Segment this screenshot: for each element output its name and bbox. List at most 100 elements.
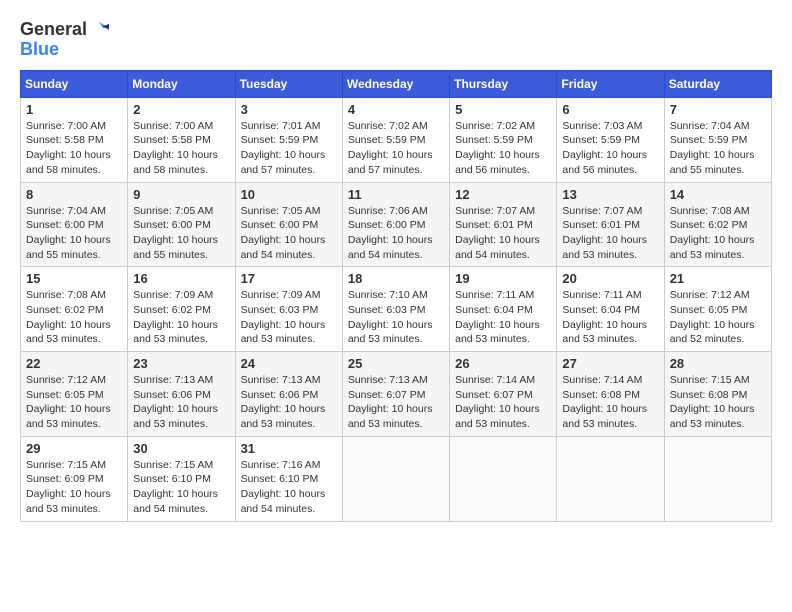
day-cell: 15 Sunrise: 7:08 AMSunset: 6:02 PMDayligh…: [21, 267, 128, 352]
day-cell: 26 Sunrise: 7:14 AMSunset: 6:07 PMDayligh…: [450, 352, 557, 437]
day-cell: 24 Sunrise: 7:13 AMSunset: 6:06 PMDayligh…: [235, 352, 342, 437]
day-number: 15: [26, 271, 122, 286]
day-info: Sunrise: 7:08 AMSunset: 6:02 PMDaylight:…: [670, 204, 766, 263]
day-cell: 12 Sunrise: 7:07 AMSunset: 6:01 PMDayligh…: [450, 182, 557, 267]
day-number: 3: [241, 102, 337, 117]
day-info: Sunrise: 7:15 AMSunset: 6:09 PMDaylight:…: [26, 458, 122, 517]
day-number: 11: [348, 187, 444, 202]
week-row-3: 15 Sunrise: 7:08 AMSunset: 6:02 PMDayligh…: [21, 267, 772, 352]
day-cell: 16 Sunrise: 7:09 AMSunset: 6:02 PMDayligh…: [128, 267, 235, 352]
day-number: 16: [133, 271, 229, 286]
day-cell: 17 Sunrise: 7:09 AMSunset: 6:03 PMDayligh…: [235, 267, 342, 352]
day-cell: 2Sunrise: 7:00 AMSunset: 5:58 PMDaylight…: [128, 97, 235, 182]
day-cell: 25 Sunrise: 7:13 AMSunset: 6:07 PMDayligh…: [342, 352, 449, 437]
day-cell: 9 Sunrise: 7:05 AMSunset: 6:00 PMDaylight…: [128, 182, 235, 267]
day-number: 7: [670, 102, 766, 117]
day-cell: 3 Sunrise: 7:01 AMSunset: 5:59 PMDaylight…: [235, 97, 342, 182]
day-number: 17: [241, 271, 337, 286]
day-info: Sunrise: 7:10 AMSunset: 6:03 PMDaylight:…: [348, 288, 444, 347]
day-number: 6: [562, 102, 658, 117]
header-monday: Monday: [128, 70, 235, 97]
day-number: 14: [670, 187, 766, 202]
day-cell: [342, 436, 449, 521]
day-cell: 30 Sunrise: 7:15 AMSunset: 6:10 PMDayligh…: [128, 436, 235, 521]
day-number: 28: [670, 356, 766, 371]
day-info: Sunrise: 7:02 AMSunset: 5:59 PMDaylight:…: [348, 119, 444, 178]
logo: General Blue: [20, 20, 109, 60]
day-info: Sunrise: 7:15 AMSunset: 6:08 PMDaylight:…: [670, 373, 766, 432]
day-info: Sunrise: 7:13 AMSunset: 6:06 PMDaylight:…: [241, 373, 337, 432]
day-info: Sunrise: 7:01 AMSunset: 5:59 PMDaylight:…: [241, 119, 337, 178]
day-cell: 23 Sunrise: 7:13 AMSunset: 6:06 PMDayligh…: [128, 352, 235, 437]
header-sunday: Sunday: [21, 70, 128, 97]
day-info: Sunrise: 7:12 AMSunset: 6:05 PMDaylight:…: [670, 288, 766, 347]
day-cell: 14 Sunrise: 7:08 AMSunset: 6:02 PMDayligh…: [664, 182, 771, 267]
week-row-2: 8 Sunrise: 7:04 AMSunset: 6:00 PMDaylight…: [21, 182, 772, 267]
day-number: 8: [26, 187, 122, 202]
day-number: 12: [455, 187, 551, 202]
day-number: 21: [670, 271, 766, 286]
day-number: 31: [241, 441, 337, 456]
day-number: 4: [348, 102, 444, 117]
day-number: 27: [562, 356, 658, 371]
calendar-header-row: SundayMondayTuesdayWednesdayThursdayFrid…: [21, 70, 772, 97]
day-cell: 4 Sunrise: 7:02 AMSunset: 5:59 PMDaylight…: [342, 97, 449, 182]
day-info: Sunrise: 7:12 AMSunset: 6:05 PMDaylight:…: [26, 373, 122, 432]
day-cell: 10 Sunrise: 7:05 AMSunset: 6:00 PMDayligh…: [235, 182, 342, 267]
day-cell: [557, 436, 664, 521]
day-info: Sunrise: 7:16 AMSunset: 6:10 PMDaylight:…: [241, 458, 337, 517]
day-info: Sunrise: 7:14 AMSunset: 6:07 PMDaylight:…: [455, 373, 551, 432]
day-info: Sunrise: 7:11 AMSunset: 6:04 PMDaylight:…: [455, 288, 551, 347]
day-number: 18: [348, 271, 444, 286]
day-number: 20: [562, 271, 658, 286]
day-cell: 28 Sunrise: 7:15 AMSunset: 6:08 PMDayligh…: [664, 352, 771, 437]
day-number: 1: [26, 102, 122, 117]
day-cell: 22Sunrise: 7:12 AMSunset: 6:05 PMDayligh…: [21, 352, 128, 437]
day-cell: 11Sunrise: 7:06 AMSunset: 6:00 PMDayligh…: [342, 182, 449, 267]
day-info: Sunrise: 7:04 AMSunset: 5:59 PMDaylight:…: [670, 119, 766, 178]
day-cell: 19 Sunrise: 7:11 AMSunset: 6:04 PMDayligh…: [450, 267, 557, 352]
day-info: Sunrise: 7:02 AMSunset: 5:59 PMDaylight:…: [455, 119, 551, 178]
day-info: Sunrise: 7:00 AMSunset: 5:58 PMDaylight:…: [26, 119, 122, 178]
header-tuesday: Tuesday: [235, 70, 342, 97]
day-info: Sunrise: 7:04 AMSunset: 6:00 PMDaylight:…: [26, 204, 122, 263]
day-cell: 13 Sunrise: 7:07 AMSunset: 6:01 PMDayligh…: [557, 182, 664, 267]
calendar: SundayMondayTuesdayWednesdayThursdayFrid…: [20, 70, 772, 522]
day-cell: 31 Sunrise: 7:16 AMSunset: 6:10 PMDayligh…: [235, 436, 342, 521]
day-number: 25: [348, 356, 444, 371]
day-info: Sunrise: 7:00 AMSunset: 5:58 PMDaylight:…: [133, 119, 229, 178]
day-info: Sunrise: 7:07 AMSunset: 6:01 PMDaylight:…: [562, 204, 658, 263]
day-number: 13: [562, 187, 658, 202]
day-info: Sunrise: 7:05 AMSunset: 6:00 PMDaylight:…: [133, 204, 229, 263]
day-cell: 20 Sunrise: 7:11 AMSunset: 6:04 PMDayligh…: [557, 267, 664, 352]
day-number: 10: [241, 187, 337, 202]
day-number: 29: [26, 441, 122, 456]
header-thursday: Thursday: [450, 70, 557, 97]
day-number: 9: [133, 187, 229, 202]
day-cell: 6Sunrise: 7:03 AMSunset: 5:59 PMDaylight…: [557, 97, 664, 182]
day-info: Sunrise: 7:15 AMSunset: 6:10 PMDaylight:…: [133, 458, 229, 517]
week-row-5: 29 Sunrise: 7:15 AMSunset: 6:09 PMDayligh…: [21, 436, 772, 521]
day-info: Sunrise: 7:11 AMSunset: 6:04 PMDaylight:…: [562, 288, 658, 347]
day-cell: 7 Sunrise: 7:04 AMSunset: 5:59 PMDaylight…: [664, 97, 771, 182]
day-cell: 1 Sunrise: 7:00 AMSunset: 5:58 PMDaylight…: [21, 97, 128, 182]
day-number: 30: [133, 441, 229, 456]
day-number: 23: [133, 356, 229, 371]
week-row-1: 1 Sunrise: 7:00 AMSunset: 5:58 PMDaylight…: [21, 97, 772, 182]
day-info: Sunrise: 7:05 AMSunset: 6:00 PMDaylight:…: [241, 204, 337, 263]
day-number: 19: [455, 271, 551, 286]
day-info: Sunrise: 7:09 AMSunset: 6:02 PMDaylight:…: [133, 288, 229, 347]
day-info: Sunrise: 7:13 AMSunset: 6:06 PMDaylight:…: [133, 373, 229, 432]
header-friday: Friday: [557, 70, 664, 97]
day-info: Sunrise: 7:09 AMSunset: 6:03 PMDaylight:…: [241, 288, 337, 347]
header-wednesday: Wednesday: [342, 70, 449, 97]
day-number: 24: [241, 356, 337, 371]
logo-bird-icon: [89, 20, 109, 40]
day-info: Sunrise: 7:13 AMSunset: 6:07 PMDaylight:…: [348, 373, 444, 432]
day-number: 26: [455, 356, 551, 371]
day-cell: 5Sunrise: 7:02 AMSunset: 5:59 PMDaylight…: [450, 97, 557, 182]
day-info: Sunrise: 7:07 AMSunset: 6:01 PMDaylight:…: [455, 204, 551, 263]
day-info: Sunrise: 7:08 AMSunset: 6:02 PMDaylight:…: [26, 288, 122, 347]
day-cell: 27Sunrise: 7:14 AMSunset: 6:08 PMDayligh…: [557, 352, 664, 437]
day-cell: [450, 436, 557, 521]
